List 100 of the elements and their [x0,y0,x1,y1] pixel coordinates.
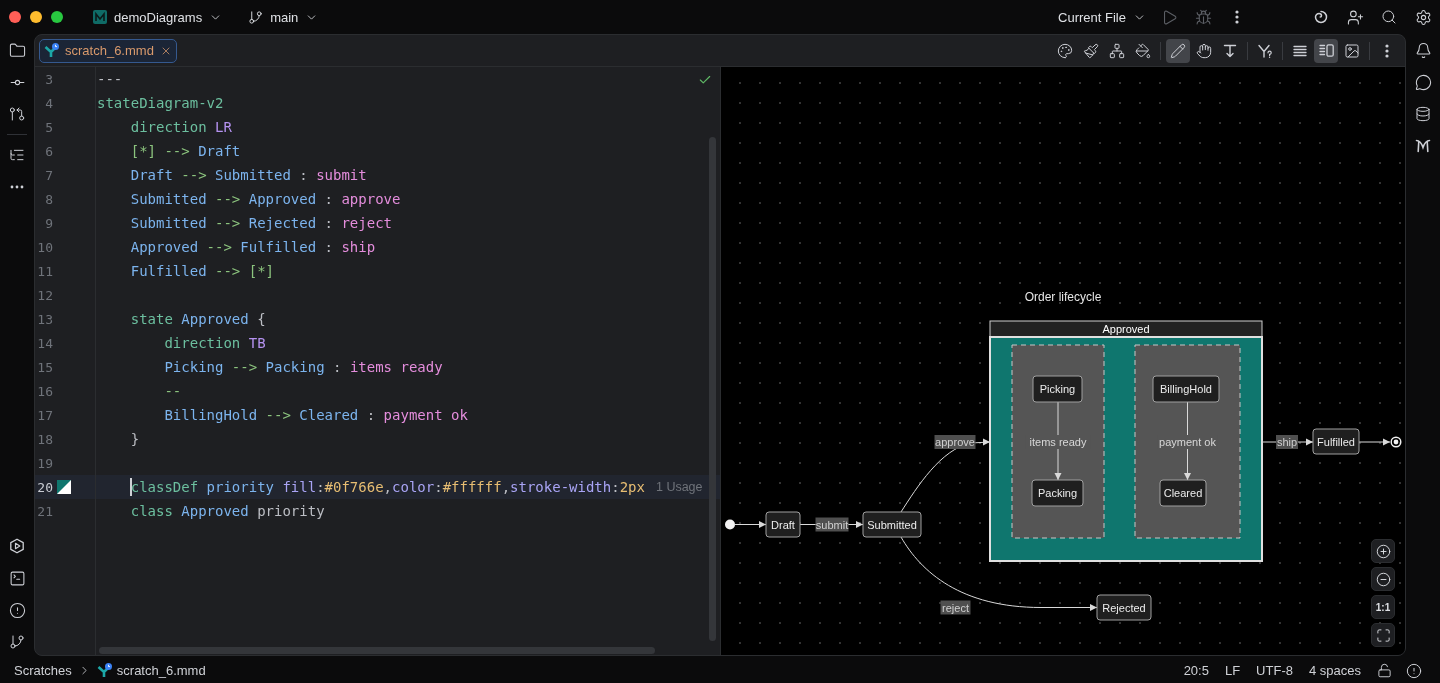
run-configuration-selector[interactable]: Current File [1052,4,1152,30]
composite-state-title: Approved [1102,323,1150,335]
hexagon-play-icon [9,538,25,554]
chat-bubble-icon [1414,73,1432,91]
state-node: Packing [1031,479,1084,507]
close-window-button[interactable] [9,11,21,23]
user-plus-icon [1346,8,1364,26]
file-type-icon [44,43,59,58]
code-line: state Approved { [130,310,266,328]
code-line: classDef priority fill:#0f766e,color:#ffffff,stroke-width:2px [130,478,645,496]
code-line: stateDiagram-v2 [97,94,224,112]
line-number: 16 [36,383,53,399]
state-node: Picking [1032,375,1083,403]
hierarchy-icon [1109,42,1125,59]
transition-label: reject [940,600,971,615]
state-node: Fulfilled [1312,428,1360,455]
state-node: Rejected [1096,594,1152,621]
line-number: 15 [36,359,53,375]
fit-to-screen-button[interactable] [1371,623,1395,647]
line-number: 12 [36,287,53,303]
end-state-icon [1390,436,1402,448]
branch-icon [248,9,264,25]
lines-and-panel-icon [1318,44,1334,57]
vertical-scrollbar[interactable] [709,137,716,641]
line-number: 13 [36,311,53,327]
line-number: 10 [36,239,53,255]
file-type-icon [96,663,112,678]
line-number: 21 [36,503,53,519]
line-number: 5 [44,119,53,135]
status-item[interactable]: 20:5 [1179,660,1213,681]
breadcrumb[interactable]: Scratches [8,660,78,681]
actual-size-button[interactable]: 1:1 [1371,595,1395,619]
code-line: } [130,430,140,448]
line-number: 11 [36,263,53,279]
line-number: 8 [44,191,53,207]
code-line: Approved --> Fulfilled : ship [130,238,376,256]
line-number: 19 [36,455,53,471]
unlocked-icon [1376,663,1392,678]
more-icon [10,185,24,189]
edit-mode-button[interactable] [1166,38,1190,63]
zoom-in-button[interactable] [1371,539,1395,563]
logo-icon [1415,138,1431,154]
state-node: BillingHold [1152,375,1220,403]
code-line: Draft --> Submitted : submit [130,166,367,184]
start-state-icon [725,519,735,530]
horizontal-scrollbar[interactable] [99,647,655,654]
code-line: direction LR [130,118,232,136]
code-line: [*] --> Draft [130,142,241,160]
status-item[interactable]: UTF-8 [1252,660,1297,681]
state-node: Draft [765,511,801,538]
paint-bucket-icon [1135,42,1151,59]
transition-label: submit [815,517,849,532]
code-line: direction TB [164,334,266,352]
funnel-question-icon [1257,42,1273,59]
spiral-icon [1313,9,1329,25]
line-number: 7 [44,167,53,183]
hand-icon [1196,42,1212,59]
status-item[interactable]: 4 spaces [1304,660,1365,681]
search-icon [1381,9,1397,25]
line-number: 9 [44,215,53,231]
state-node: Submitted [862,511,922,538]
line-number: 18 [36,431,53,447]
code-line: Picking --> Packing : items ready [164,358,443,376]
fit-screen-icon [1375,627,1391,643]
more-icon [1235,10,1239,24]
zoom-out-button[interactable] [1371,567,1395,591]
file-tab[interactable]: scratch_6.mmd [39,38,177,63]
pencil-icon [1170,42,1186,59]
image-icon [1344,42,1360,59]
code-line: Submitted --> Approved : approve [130,190,401,208]
transition-label: payment ok [1157,435,1218,449]
zoom-in-icon [1375,543,1391,559]
code-line: BillingHold --> Cleared : payment ok [164,406,468,424]
transition-arrow [734,521,767,528]
code-line: Fulfilled --> [*] [130,262,274,280]
diagram-title: Order lifecycle [1024,290,1102,304]
more-icon [1385,43,1389,58]
transition-label: approve [934,435,976,449]
brush-icon [1083,42,1099,59]
line-number: 14 [36,335,53,351]
database-icon [1415,106,1431,122]
state-node: Cleared [1159,479,1207,507]
status-item[interactable]: LF [1220,660,1245,681]
alert-icon [1406,662,1422,679]
split-view-button[interactable] [1314,38,1338,63]
pull-request-icon [9,106,25,122]
breadcrumb[interactable]: scratch_6.mmd [90,660,212,681]
project-selector[interactable]: demoDiagrams [87,4,229,30]
code-line: -- [164,382,182,400]
check-icon [698,73,712,87]
branch-selector[interactable]: main [242,4,325,30]
terminal-icon [8,569,26,587]
minimize-window-button[interactable] [30,11,42,23]
project-icon [93,10,107,24]
line-number: 4 [44,95,53,111]
maximize-window-button[interactable] [51,11,63,23]
palette-icon [1057,42,1073,59]
line-number: 17 [36,407,53,423]
transition-label: ship [1276,435,1298,449]
code-line: --- [97,70,123,88]
